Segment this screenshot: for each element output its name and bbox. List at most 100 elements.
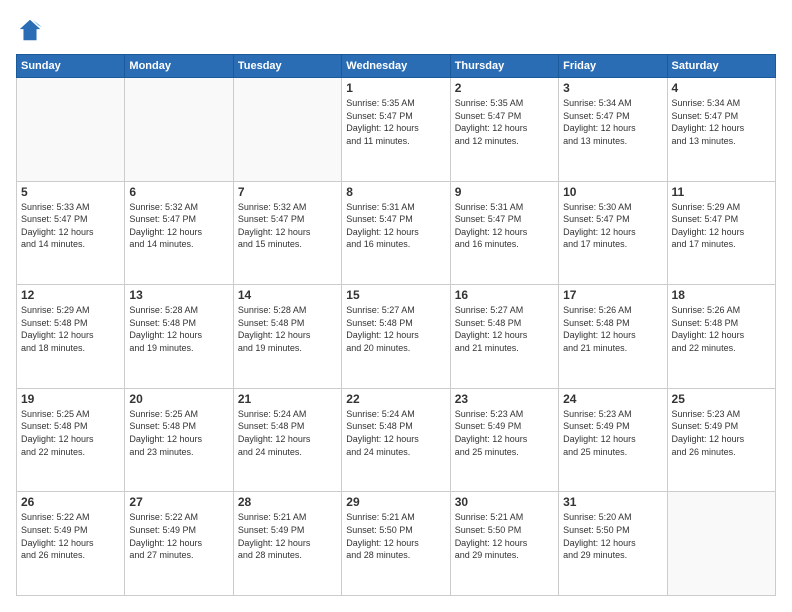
- calendar-cell: [17, 78, 125, 182]
- day-number: 4: [672, 81, 771, 95]
- calendar-cell: 31Sunrise: 5:20 AM Sunset: 5:50 PM Dayli…: [559, 492, 667, 596]
- day-number: 12: [21, 288, 120, 302]
- days-of-week-row: SundayMondayTuesdayWednesdayThursdayFrid…: [17, 55, 776, 78]
- day-number: 17: [563, 288, 662, 302]
- day-info: Sunrise: 5:29 AM Sunset: 5:47 PM Dayligh…: [672, 201, 771, 251]
- calendar-week-2: 5 Sunrise: 5:33 AM Sunset: 5:47 PM Daylig…: [17, 181, 776, 285]
- day-of-week-tuesday: Tuesday: [233, 55, 341, 78]
- calendar-cell: 19 Sunrise: 5:25 AM Sunset: 5:48 PM Dayli…: [17, 388, 125, 492]
- day-number: 2: [455, 81, 554, 95]
- calendar-table: SundayMondayTuesdayWednesdayThursdayFrid…: [16, 54, 776, 596]
- day-info: Sunrise: 5:29 AM Sunset: 5:48 PM Dayligh…: [21, 304, 120, 354]
- day-info: Sunrise: 5:23 AM Sunset: 5:49 PM Dayligh…: [455, 408, 554, 458]
- calendar-cell: 3 Sunrise: 5:34 AM Sunset: 5:47 PM Daylig…: [559, 78, 667, 182]
- day-info: Sunrise: 5:21 AM Sunset: 5:50 PM Dayligh…: [455, 511, 554, 561]
- calendar-cell: 30 Sunrise: 5:21 AM Sunset: 5:50 PM Dayli…: [450, 492, 558, 596]
- day-info: Sunrise: 5:33 AM Sunset: 5:47 PM Dayligh…: [21, 201, 120, 251]
- day-number: 8: [346, 185, 445, 199]
- day-number: 24: [563, 392, 662, 406]
- day-info: Sunrise: 5:26 AM Sunset: 5:48 PM Dayligh…: [672, 304, 771, 354]
- day-number: 25: [672, 392, 771, 406]
- calendar-cell: 15 Sunrise: 5:27 AM Sunset: 5:48 PM Dayli…: [342, 285, 450, 389]
- day-number: 9: [455, 185, 554, 199]
- day-number: 10: [563, 185, 662, 199]
- day-info: Sunrise: 5:21 AM Sunset: 5:49 PM Dayligh…: [238, 511, 337, 561]
- calendar-cell: 22Sunrise: 5:24 AM Sunset: 5:48 PM Dayli…: [342, 388, 450, 492]
- day-number: 20: [129, 392, 228, 406]
- calendar-cell: 26 Sunrise: 5:22 AM Sunset: 5:49 PM Dayli…: [17, 492, 125, 596]
- day-number: 13: [129, 288, 228, 302]
- day-info: Sunrise: 5:26 AM Sunset: 5:48 PM Dayligh…: [563, 304, 662, 354]
- calendar-week-1: 1 Sunrise: 5:35 AM Sunset: 5:47 PM Daylig…: [17, 78, 776, 182]
- day-info: Sunrise: 5:27 AM Sunset: 5:48 PM Dayligh…: [346, 304, 445, 354]
- logo-icon: [16, 16, 44, 44]
- calendar-cell: 8 Sunrise: 5:31 AM Sunset: 5:47 PM Daylig…: [342, 181, 450, 285]
- day-number: 28: [238, 495, 337, 509]
- calendar-cell: 17 Sunrise: 5:26 AM Sunset: 5:48 PM Dayli…: [559, 285, 667, 389]
- day-number: 5: [21, 185, 120, 199]
- calendar-cell: 14 Sunrise: 5:28 AM Sunset: 5:48 PM Dayli…: [233, 285, 341, 389]
- day-of-week-sunday: Sunday: [17, 55, 125, 78]
- day-info: Sunrise: 5:32 AM Sunset: 5:47 PM Dayligh…: [238, 201, 337, 251]
- calendar-cell: 13 Sunrise: 5:28 AM Sunset: 5:48 PM Dayli…: [125, 285, 233, 389]
- day-info: Sunrise: 5:30 AM Sunset: 5:47 PM Dayligh…: [563, 201, 662, 251]
- calendar-cell: 25 Sunrise: 5:23 AM Sunset: 5:49 PM Dayli…: [667, 388, 775, 492]
- calendar-cell: 7 Sunrise: 5:32 AM Sunset: 5:47 PM Daylig…: [233, 181, 341, 285]
- calendar-cell: 12 Sunrise: 5:29 AM Sunset: 5:48 PM Dayli…: [17, 285, 125, 389]
- day-info: Sunrise: 5:35 AM Sunset: 5:47 PM Dayligh…: [455, 97, 554, 147]
- day-number: 18: [672, 288, 771, 302]
- day-info: Sunrise: 5:34 AM Sunset: 5:47 PM Dayligh…: [563, 97, 662, 147]
- day-number: 14: [238, 288, 337, 302]
- day-info: Sunrise: 5:31 AM Sunset: 5:47 PM Dayligh…: [346, 201, 445, 251]
- calendar-cell: 18 Sunrise: 5:26 AM Sunset: 5:48 PM Dayli…: [667, 285, 775, 389]
- day-of-week-monday: Monday: [125, 55, 233, 78]
- day-number: 15: [346, 288, 445, 302]
- day-of-week-saturday: Saturday: [667, 55, 775, 78]
- day-info: Sunrise: 5:23 AM Sunset: 5:49 PM Dayligh…: [563, 408, 662, 458]
- day-number: 1: [346, 81, 445, 95]
- day-number: 22: [346, 392, 445, 406]
- day-info: Sunrise: 5:28 AM Sunset: 5:48 PM Dayligh…: [238, 304, 337, 354]
- calendar-cell: [233, 78, 341, 182]
- day-info: Sunrise: 5:25 AM Sunset: 5:48 PM Dayligh…: [21, 408, 120, 458]
- day-info: Sunrise: 5:20 AM Sunset: 5:50 PM Dayligh…: [563, 511, 662, 561]
- day-info: Sunrise: 5:27 AM Sunset: 5:48 PM Dayligh…: [455, 304, 554, 354]
- calendar-cell: 21 Sunrise: 5:24 AM Sunset: 5:48 PM Dayli…: [233, 388, 341, 492]
- day-info: Sunrise: 5:31 AM Sunset: 5:47 PM Dayligh…: [455, 201, 554, 251]
- calendar-week-3: 12 Sunrise: 5:29 AM Sunset: 5:48 PM Dayli…: [17, 285, 776, 389]
- calendar-cell: 20 Sunrise: 5:25 AM Sunset: 5:48 PM Dayli…: [125, 388, 233, 492]
- day-info: Sunrise: 5:28 AM Sunset: 5:48 PM Dayligh…: [129, 304, 228, 354]
- calendar-week-4: 19 Sunrise: 5:25 AM Sunset: 5:48 PM Dayli…: [17, 388, 776, 492]
- day-info: Sunrise: 5:24 AM Sunset: 5:48 PM Dayligh…: [238, 408, 337, 458]
- calendar-cell: 24 Sunrise: 5:23 AM Sunset: 5:49 PM Dayli…: [559, 388, 667, 492]
- calendar-cell: 23Sunrise: 5:23 AM Sunset: 5:49 PM Dayli…: [450, 388, 558, 492]
- calendar-cell: 5 Sunrise: 5:33 AM Sunset: 5:47 PM Daylig…: [17, 181, 125, 285]
- calendar-cell: 9 Sunrise: 5:31 AM Sunset: 5:47 PM Daylig…: [450, 181, 558, 285]
- day-number: 19: [21, 392, 120, 406]
- day-number: 11: [672, 185, 771, 199]
- calendar-cell: 11 Sunrise: 5:29 AM Sunset: 5:47 PM Dayli…: [667, 181, 775, 285]
- day-number: 16: [455, 288, 554, 302]
- calendar-cell: 2 Sunrise: 5:35 AM Sunset: 5:47 PM Daylig…: [450, 78, 558, 182]
- day-info: Sunrise: 5:22 AM Sunset: 5:49 PM Dayligh…: [129, 511, 228, 561]
- day-info: Sunrise: 5:22 AM Sunset: 5:49 PM Dayligh…: [21, 511, 120, 561]
- day-of-week-friday: Friday: [559, 55, 667, 78]
- day-number: 7: [238, 185, 337, 199]
- calendar-cell: 27Sunrise: 5:22 AM Sunset: 5:49 PM Dayli…: [125, 492, 233, 596]
- day-of-week-wednesday: Wednesday: [342, 55, 450, 78]
- day-number: 21: [238, 392, 337, 406]
- calendar-body: 1 Sunrise: 5:35 AM Sunset: 5:47 PM Daylig…: [17, 78, 776, 596]
- calendar-cell: 28 Sunrise: 5:21 AM Sunset: 5:49 PM Dayli…: [233, 492, 341, 596]
- day-info: Sunrise: 5:32 AM Sunset: 5:47 PM Dayligh…: [129, 201, 228, 251]
- calendar-cell: 16 Sunrise: 5:27 AM Sunset: 5:48 PM Dayli…: [450, 285, 558, 389]
- page: SundayMondayTuesdayWednesdayThursdayFrid…: [0, 0, 792, 612]
- day-info: Sunrise: 5:34 AM Sunset: 5:47 PM Dayligh…: [672, 97, 771, 147]
- day-number: 26: [21, 495, 120, 509]
- day-info: Sunrise: 5:23 AM Sunset: 5:49 PM Dayligh…: [672, 408, 771, 458]
- day-number: 3: [563, 81, 662, 95]
- day-number: 30: [455, 495, 554, 509]
- day-info: Sunrise: 5:25 AM Sunset: 5:48 PM Dayligh…: [129, 408, 228, 458]
- calendar-cell: 29Sunrise: 5:21 AM Sunset: 5:50 PM Dayli…: [342, 492, 450, 596]
- calendar-week-5: 26 Sunrise: 5:22 AM Sunset: 5:49 PM Dayli…: [17, 492, 776, 596]
- day-info: Sunrise: 5:21 AM Sunset: 5:50 PM Dayligh…: [346, 511, 445, 561]
